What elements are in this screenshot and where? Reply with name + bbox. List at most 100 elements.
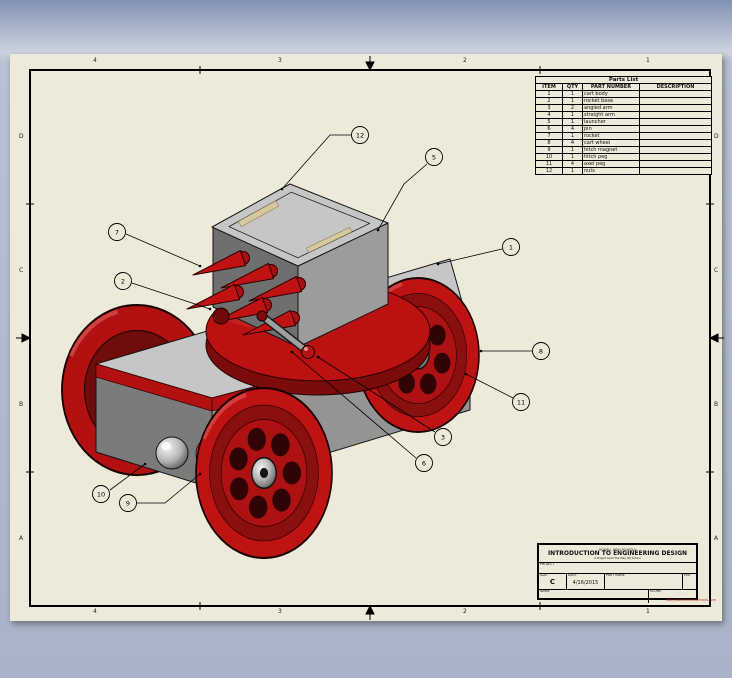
parts-list-row: 3 2 angled arm [535,104,713,112]
parts-list-cell [638,132,713,140]
school-name: HOWELL HIGH SCHOOLS [598,548,636,552]
cart-wheel-front-left [195,386,333,560]
parts-list-cell [638,104,713,112]
parts-list-header: PART NUMBER [582,83,640,91]
pin-highlight [304,347,308,351]
balloon-7[interactable]: 7 [108,223,202,268]
pin-upper [256,310,268,322]
title-block-header: HOWELL HIGH SCHOOLS INTRODUCTION TO ENGI… [539,545,696,563]
balloon-number: 11 [517,398,525,406]
parts-list-cell: hitch magnet [582,146,640,154]
parts-list-row: 8 4 cart wheel [535,139,713,147]
parts-list-header: DESCRIPTION [638,83,713,91]
parts-list-cell: 1 [562,90,583,98]
per-cell: PER [683,574,696,589]
parts-list-cell: nuts [582,167,640,175]
balloon-number: 12 [356,131,364,139]
parts-list-table[interactable]: Parts List ITEM QTY PART NUMBER DESCRIPTION 1… [534,76,713,175]
part-name-cell: PART NAME [605,574,683,589]
cad-viewport[interactable]: 43214321DCBADCBA 1 2 3 5 6 7 8 9 10 11 1… [0,0,732,678]
parts-list-row: 9 1 hitch magnet [535,146,713,154]
parts-list-row: 12 1 nuts [535,167,713,175]
parts-list-cell: 5 [535,118,563,126]
parts-list-cell: angled arm [582,104,640,112]
balloon-number: 1 [509,243,513,251]
parts-list-cell [638,90,713,98]
date-label: DATE [568,573,577,578]
parts-list-cell: cart wheel [582,139,640,147]
parts-list-row: 5 1 launcher [535,118,713,126]
parts-list-cell: rocket base [582,97,640,105]
parts-list-cell: 4 [562,160,583,168]
balloon-number: 3 [441,433,445,441]
date-value: 4/16/2015 [572,580,599,586]
parts-list-cell [638,111,713,119]
date-cell: DATE 4/16/2015 [567,574,605,589]
parts-list-cell: 1 [562,132,583,140]
parts-list-cell: 9 [535,146,563,154]
parts-list-cell: 6 [535,125,563,133]
parts-list-cell: straight arm [582,111,640,119]
parts-list-cell: pin [582,125,640,133]
parts-list-cell: rocket [582,132,640,140]
parts-list-cell [638,160,713,168]
parts-list-cell: 8 [535,139,563,147]
parts-list-cell [638,125,713,133]
parts-list-cell: 10 [535,153,563,161]
parts-list-cell: 11 [535,160,563,168]
size-row: SIZE C DATE 4/16/2015 PART NAME PER [539,574,696,590]
parts-list-cell [638,97,713,105]
parts-list-cell [638,139,713,147]
parts-list-row: 11 4 axel peg [535,160,713,168]
parts-list-cell: 1 [562,146,583,154]
per-label: PER [684,573,691,578]
parts-list-cell [638,146,713,154]
parts-list-cell: cart body [582,90,640,98]
parts-list-row: 2 1 rocket base [535,97,713,105]
balloon-number: 7 [115,228,119,236]
balloon-5[interactable]: 5 [376,148,443,232]
parts-list-cell: 4 [562,125,583,133]
balloon-12[interactable]: 12 [280,126,369,191]
balloon-number: 9 [126,499,130,507]
parts-list-header: QTY [562,83,583,91]
size-cell: SIZE C [539,574,567,589]
pin-lower [301,345,315,359]
project-row: PROJECT [539,563,696,574]
parts-list-row: 1 1 cart body [535,90,713,98]
parts-list-cell [638,153,713,161]
balloon-1[interactable]: 1 [436,238,520,266]
score-label: SCORE [650,589,662,594]
balloon-number: 8 [539,347,543,355]
parts-list-row: 4 1 straight arm [535,111,713,119]
parts-list-cell: 4 [535,111,563,119]
balloon-number: 5 [432,153,436,161]
parts-list-row: 6 4 pin [535,125,713,133]
parts-list-cell: 7 [535,132,563,140]
parts-list-cell: 3 [535,104,563,112]
balloon-number: 10 [97,490,105,498]
parts-list-cell: 1 [562,167,583,175]
parts-list-cell: 1 [562,111,583,119]
title-block[interactable]: HOWELL HIGH SCHOOLS INTRODUCTION TO ENGI… [537,543,698,603]
parts-list-cell: 4 [562,139,583,147]
sheet-subtitle: A Project Lead The Way (R) School [594,556,641,560]
parts-list-cell: 1 [562,153,583,161]
part-name-label: PART NAME [606,573,625,578]
parts-list-cell: 1 [535,90,563,98]
parts-list-row: 10 1 hitch peg [535,153,713,161]
balloon-11[interactable]: 11 [464,372,530,411]
launcher-pivot [212,307,230,325]
balloon-number: 6 [422,459,426,467]
parts-list-cell: 2 [562,104,583,112]
parts-list-cell: axel peg [582,160,640,168]
size-value: C [549,578,556,586]
parts-list-cell: hitch peg [582,153,640,161]
parts-list-cell: 1 [562,118,583,126]
parts-list-cell: 1 [562,97,583,105]
parts-list-cell: launcher [582,118,640,126]
parts-list-cell: 12 [535,167,563,175]
hitch-magnet [155,436,189,470]
school-url: http://www.howellschools.com [666,598,717,603]
balloon-8[interactable]: 8 [479,342,550,360]
